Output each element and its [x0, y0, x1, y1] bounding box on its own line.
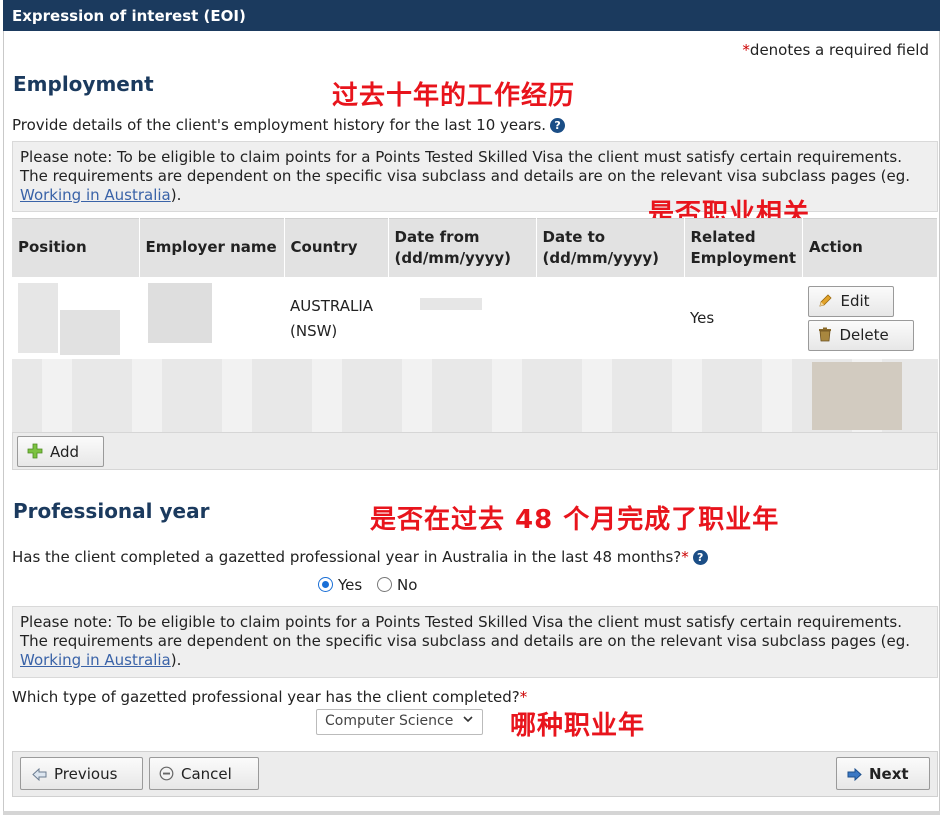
redacted-block: [60, 310, 120, 355]
pencil-icon: [818, 293, 833, 314]
page-bottom-border: [3, 811, 940, 815]
cell-country: AUSTRALIA (NSW): [290, 296, 374, 340]
header-action: Action: [802, 218, 939, 277]
header-date-to: Date to (dd/mm/yyyy): [536, 218, 685, 277]
edit-label: Edit: [840, 292, 870, 310]
employment-note-suffix: ).: [170, 186, 182, 204]
cell-date-to-redacted: [536, 277, 684, 361]
professional-year-radio-group: Yes No: [318, 576, 417, 594]
cancel-icon: [159, 766, 174, 786]
previous-label: Previous: [54, 765, 118, 783]
annotation-type: 哪种职业年: [510, 711, 646, 741]
cancel-label: Cancel: [181, 765, 232, 783]
window-title: Expression of interest (EOI): [3, 0, 940, 31]
radio-yes-label: Yes: [338, 576, 363, 594]
professional-year-question-text: Has the client completed a gazetted prof…: [12, 548, 682, 566]
cell-date-from-redacted: [388, 277, 536, 361]
required-note-text: denotes a required field: [749, 41, 929, 59]
working-in-australia-link[interactable]: Working in Australia: [20, 651, 171, 669]
professional-year-type-select[interactable]: Computer Science: [316, 709, 483, 735]
radio-no[interactable]: No: [377, 576, 417, 594]
header-employer-name: Employer name: [139, 218, 285, 277]
redacted-block: [18, 283, 58, 353]
professional-year-question: Has the client completed a gazetted prof…: [12, 548, 708, 566]
plus-icon: [27, 443, 43, 464]
radio-yes[interactable]: Yes: [318, 576, 362, 594]
professional-year-type-question: Which type of gazetted professional year…: [12, 688, 527, 706]
trash-icon: [818, 327, 832, 348]
arrow-left-icon: [32, 766, 47, 786]
header-position: Position: [12, 218, 140, 277]
employment-heading: Employment: [13, 72, 154, 96]
table-header-row: Position Employer name Country Date from…: [12, 218, 939, 277]
chevron-down-icon: [462, 713, 474, 729]
required-asterisk: *: [519, 688, 528, 706]
working-in-australia-link[interactable]: Working in Australia: [20, 186, 171, 204]
professional-year-note: Please note: To be eligible to claim poi…: [12, 606, 938, 678]
header-date-from: Date from (dd/mm/yyyy): [388, 218, 537, 277]
previous-button[interactable]: Previous: [20, 757, 143, 790]
arrow-right-icon: [847, 766, 862, 786]
type-question-text: Which type of gazetted professional year…: [12, 688, 520, 706]
next-button[interactable]: Next: [836, 757, 930, 790]
help-icon[interactable]: ?: [692, 550, 708, 565]
redacted-row: [12, 359, 938, 433]
redacted-block: [148, 283, 212, 343]
required-asterisk: *: [742, 41, 750, 59]
cell-related: Yes: [690, 309, 715, 327]
cancel-button[interactable]: Cancel: [149, 757, 259, 790]
redacted-block: [812, 362, 902, 430]
next-label: Next: [869, 765, 909, 783]
delete-label: Delete: [839, 326, 889, 344]
professional-year-note-text: Please note: To be eligible to claim poi…: [20, 613, 911, 650]
header-country: Country: [284, 218, 389, 277]
radio-yes-button[interactable]: [318, 577, 333, 592]
professional-year-note-suffix: ).: [170, 651, 182, 669]
redacted-block: [420, 298, 482, 310]
select-value: Computer Science: [325, 713, 454, 729]
add-label: Add: [50, 443, 80, 461]
header-related-employment: Related Employment: [684, 218, 803, 277]
employment-description-text: Provide details of the client's employme…: [12, 116, 547, 134]
radio-no-button[interactable]: [377, 577, 392, 592]
delete-button[interactable]: Delete: [808, 320, 915, 351]
help-icon[interactable]: ?: [550, 118, 566, 133]
edit-button[interactable]: Edit: [808, 286, 895, 317]
professional-year-heading: Professional year: [13, 499, 210, 523]
cell-action: Edit Delete: [802, 277, 937, 361]
employment-description: Provide details of the client's employme…: [12, 116, 566, 134]
required-asterisk: *: [681, 548, 689, 566]
annotation-employment: 过去十年的工作经历: [332, 81, 576, 111]
annotation-professional-year: 是否在过去 48 个月完成了职业年: [370, 505, 780, 535]
employment-note-text: Please note: To be eligible to claim poi…: [20, 148, 911, 185]
radio-no-label: No: [397, 576, 418, 594]
add-button[interactable]: Add: [17, 436, 104, 467]
add-bar: [12, 432, 938, 470]
required-field-note: *denotes a required field: [742, 41, 929, 59]
